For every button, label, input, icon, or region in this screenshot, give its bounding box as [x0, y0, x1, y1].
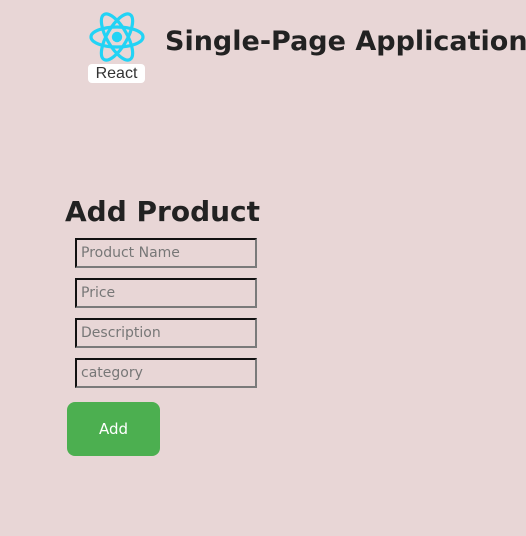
- logo-text: React: [88, 64, 145, 83]
- description-input[interactable]: [75, 318, 257, 348]
- category-input[interactable]: [75, 358, 257, 388]
- form-title: Add Product: [65, 195, 261, 228]
- react-logo: React: [87, 9, 147, 85]
- product-name-input[interactable]: [75, 238, 257, 268]
- price-input[interactable]: [75, 278, 257, 308]
- add-button[interactable]: Add: [67, 402, 160, 456]
- react-atom-icon: [89, 12, 145, 62]
- app-title: Single-Page Application: [165, 26, 526, 57]
